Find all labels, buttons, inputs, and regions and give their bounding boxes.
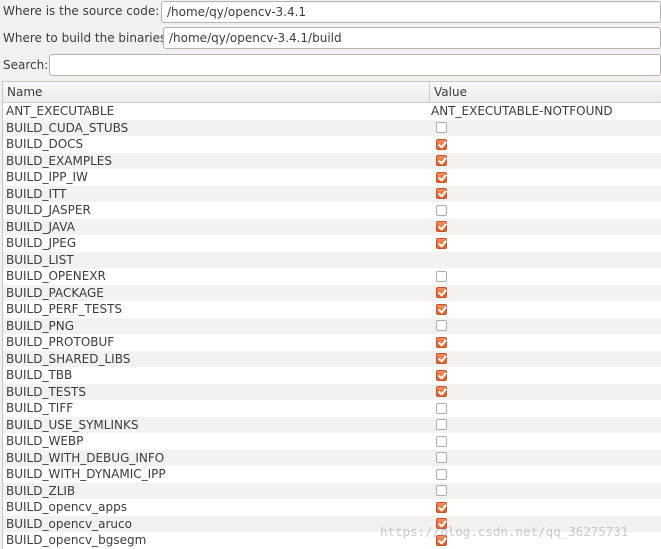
row-name: BUILD_opencv_apps (6, 500, 127, 514)
row-name: BUILD_WITH_DEBUG_INFO (6, 450, 165, 465)
build-path-value: /home/qy/opencv-3.4.1/build (169, 31, 342, 45)
table-row[interactable]: BUILD_opencv_aruco (3, 515, 661, 532)
table-row[interactable]: BUILD_SHARED_LIBS (3, 350, 661, 367)
row-checkbox[interactable] (436, 303, 447, 315)
row-name: BUILD_PROTOBUF (6, 335, 115, 349)
row-checkbox[interactable] (436, 204, 447, 216)
table-row[interactable]: BUILD_opencv_bgsegm (3, 532, 661, 549)
row-name: BUILD_OPENEXR (6, 269, 106, 283)
build-path-input[interactable]: /home/qy/opencv-3.4.1/build (163, 27, 661, 49)
table-row[interactable]: BUILD_TBB (3, 367, 661, 384)
source-label: Where is the source code: (3, 4, 160, 18)
row-checkbox[interactable] (436, 501, 447, 513)
table-row[interactable]: BUILD_ZLIB (3, 482, 661, 499)
row-checkbox[interactable] (436, 452, 447, 463)
table-row[interactable]: BUILD_ITT (3, 185, 661, 202)
search-label: Search: (3, 58, 49, 72)
row-checkbox[interactable] (436, 336, 447, 348)
row-name: BUILD_LIST (6, 252, 74, 267)
row-name: BUILD_USE_SYMLINKS (6, 417, 139, 432)
row-checkbox[interactable] (436, 402, 447, 414)
row-name: BUILD_ITT (6, 186, 67, 201)
column-header-value[interactable]: Value (430, 82, 467, 102)
table-row[interactable]: BUILD_DOCS (3, 136, 661, 153)
row-name: BUILD_TBB (6, 368, 73, 382)
table-row[interactable]: BUILD_USE_SYMLINKS (3, 416, 661, 433)
table-row[interactable]: BUILD_TESTS (3, 383, 661, 400)
table-row[interactable]: BUILD_WITH_DYNAMIC_IPP (3, 466, 661, 483)
build-label: Where to build the binaries: (3, 31, 171, 45)
row-name: BUILD_IPP_IW (6, 170, 88, 184)
column-header-name[interactable]: Name (3, 82, 430, 102)
row-checkbox[interactable] (436, 221, 447, 232)
table-row[interactable]: BUILD_JAVA (3, 218, 661, 235)
table-row[interactable]: BUILD_PERF_TESTS (3, 301, 661, 318)
row-checkbox[interactable] (436, 287, 447, 298)
table-row[interactable]: BUILD_JASPER (3, 202, 661, 219)
search-input[interactable] (49, 54, 661, 76)
row-checkbox[interactable] (436, 518, 447, 529)
row-name: ANT_EXECUTABLE (6, 104, 115, 118)
table-row[interactable]: BUILD_PACKAGE (3, 284, 661, 301)
row-checkbox[interactable] (436, 270, 447, 282)
row-name: BUILD_JPEG (6, 236, 77, 250)
row-checkbox[interactable] (436, 320, 447, 331)
row-checkbox[interactable] (436, 138, 447, 150)
row-name: BUILD_JAVA (6, 219, 75, 234)
row-name: BUILD_PACKAGE (6, 285, 104, 300)
row-checkbox[interactable] (436, 237, 447, 249)
row-checkbox[interactable] (436, 435, 447, 447)
row-name: BUILD_CUDA_STUBS (6, 120, 129, 135)
row-checkbox[interactable] (436, 188, 447, 199)
row-name: BUILD_WITH_DYNAMIC_IPP (6, 467, 166, 481)
table-body: ANT_EXECUTABLE ANT_EXECUTABLE-NOTFOUND BUI… (3, 103, 661, 549)
row-name: BUILD_JASPER (6, 203, 91, 217)
row-checkbox[interactable] (436, 468, 447, 480)
table-row[interactable]: BUILD_EXAMPLES (3, 152, 661, 169)
table-row[interactable]: BUILD_PROTOBUF (3, 334, 661, 351)
table-row[interactable]: BUILD_opencv_apps (3, 499, 661, 516)
table-row[interactable]: BUILD_LIST (3, 251, 661, 268)
row-checkbox[interactable] (436, 386, 447, 397)
table-row[interactable]: BUILD_JPEG (3, 235, 661, 252)
table-row[interactable]: BUILD_OPENEXR (3, 268, 661, 285)
table-row[interactable]: BUILD_WEBP (3, 433, 661, 450)
table-row[interactable]: ANT_EXECUTABLE ANT_EXECUTABLE-NOTFOUND (3, 103, 661, 120)
row-checkbox[interactable] (436, 155, 447, 166)
row-checkbox[interactable] (436, 485, 447, 496)
row-name: BUILD_PERF_TESTS (6, 302, 123, 316)
table-row[interactable]: BUILD_PNG (3, 317, 661, 334)
row-name: BUILD_TESTS (6, 384, 86, 399)
search-row: Search: (0, 53, 661, 77)
table-row[interactable]: BUILD_CUDA_STUBS (3, 119, 661, 136)
row-name: BUILD_PNG (6, 318, 74, 333)
table-row[interactable]: BUILD_TIFF (3, 400, 661, 417)
row-name: BUILD_ZLIB (6, 483, 76, 498)
row-name: BUILD_DOCS (6, 137, 84, 151)
row-checkbox[interactable] (436, 353, 447, 364)
row-name: BUILD_EXAMPLES (6, 153, 112, 168)
row-name: BUILD_SHARED_LIBS (6, 351, 131, 366)
row-checkbox[interactable] (436, 369, 447, 381)
row-checkbox[interactable] (436, 534, 447, 546)
row-name: BUILD_opencv_aruco (6, 516, 132, 531)
source-path-input[interactable]: /home/qy/opencv-3.4.1 (161, 1, 661, 23)
row-name: BUILD_WEBP (6, 434, 84, 448)
row-name: BUILD_TIFF (6, 401, 74, 415)
table-row[interactable]: BUILD_IPP_IW (3, 169, 661, 186)
source-row: Where is the source code: /home/qy/openc… (0, 0, 661, 24)
source-path-value: /home/qy/opencv-3.4.1 (167, 5, 307, 19)
row-name: BUILD_opencv_bgsegm (6, 533, 147, 547)
build-row: Where to build the binaries: /home/qy/op… (0, 26, 661, 50)
cache-table: Name Value ANT_EXECUTABLE ANT_EXECUTABLE-… (2, 81, 661, 549)
row-checkbox[interactable] (436, 171, 447, 183)
row-value[interactable]: ANT_EXECUTABLE-NOTFOUND (431, 103, 613, 120)
row-checkbox[interactable] (436, 419, 447, 430)
table-row[interactable]: BUILD_WITH_DEBUG_INFO (3, 449, 661, 466)
row-checkbox[interactable] (436, 122, 447, 133)
table-header: Name Value (3, 82, 661, 103)
